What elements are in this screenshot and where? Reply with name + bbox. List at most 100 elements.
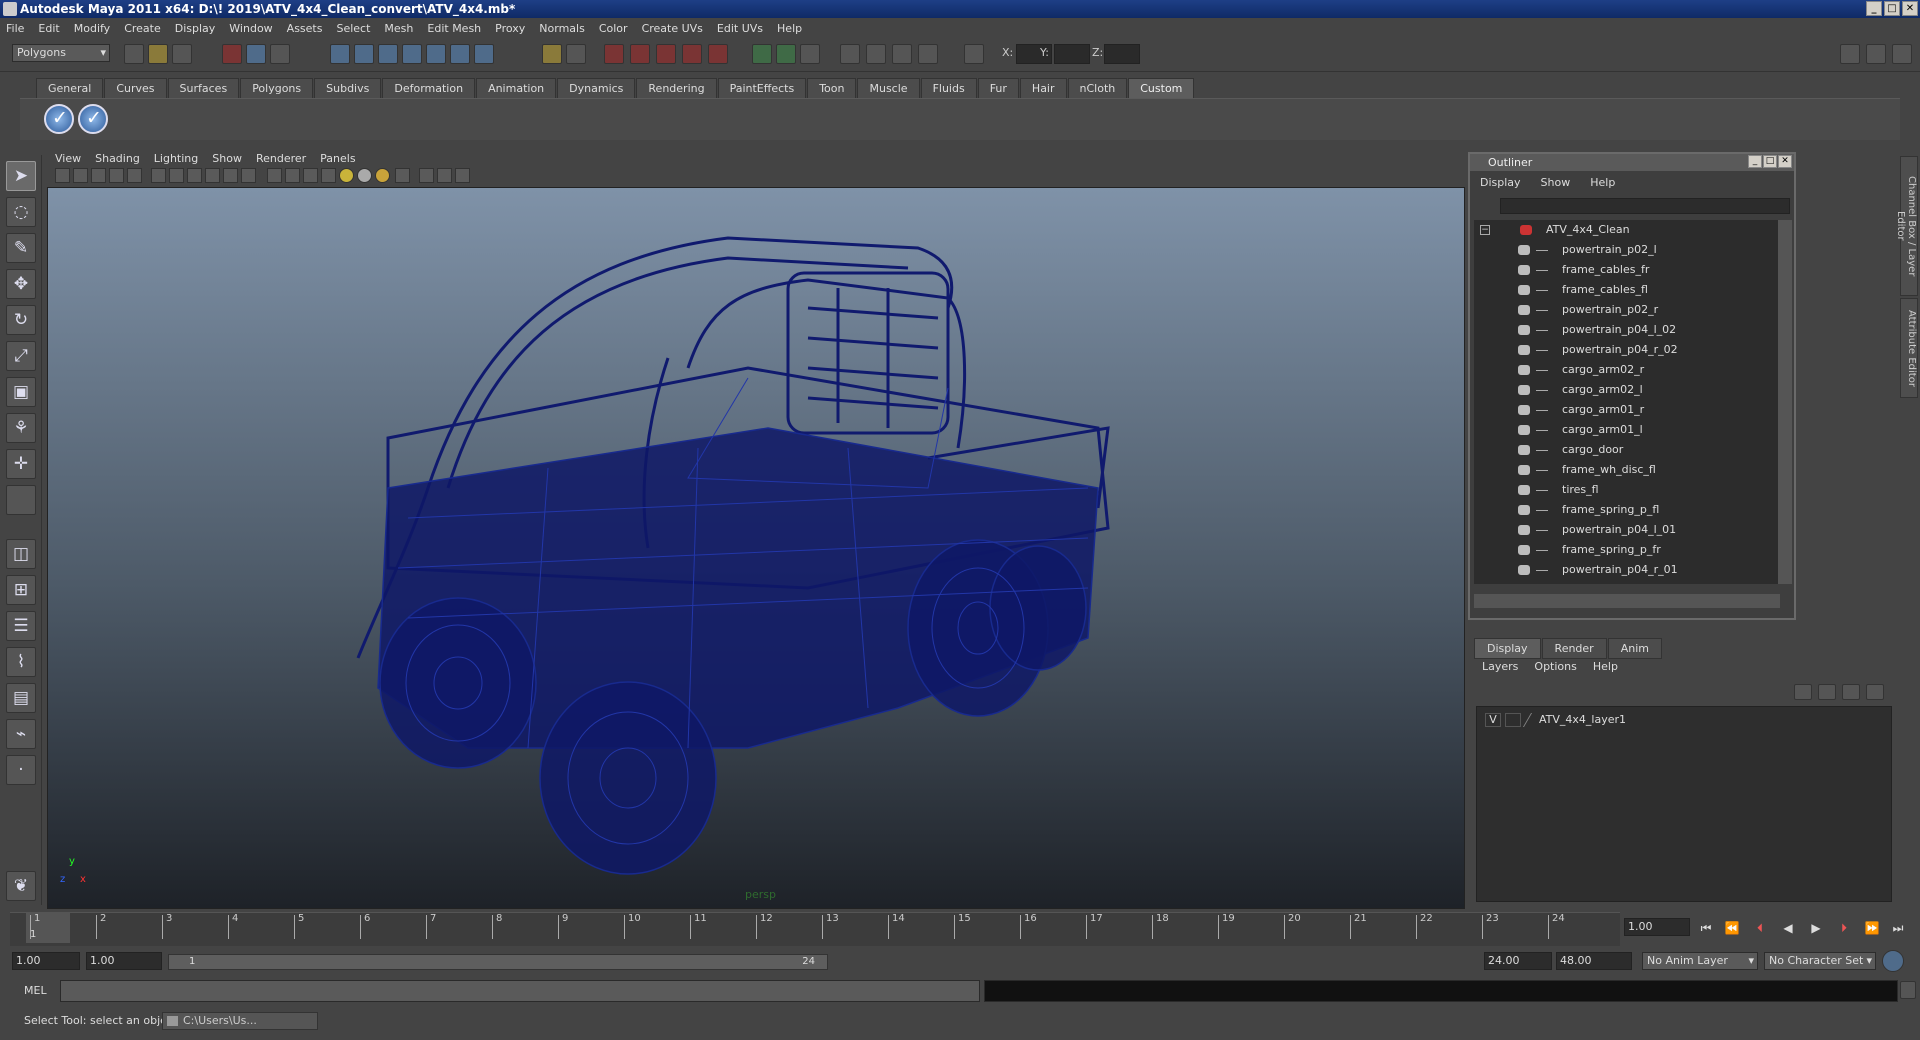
snap-plane-icon[interactable] (402, 44, 422, 64)
menu-create-uvs[interactable]: Create UVs (642, 22, 703, 35)
resolution-gate-icon[interactable] (169, 168, 184, 183)
menu-file[interactable]: File (6, 22, 24, 35)
menu-proxy[interactable]: Proxy (495, 22, 525, 35)
tab-fluids[interactable]: Fluids (920, 78, 977, 98)
wireframe-on-shaded-icon[interactable] (303, 168, 318, 183)
menu-help[interactable]: Help (777, 22, 802, 35)
outliner-item-root[interactable]: − ATV_4x4_Clean (1474, 220, 1780, 240)
field-chart-icon[interactable] (205, 168, 220, 183)
question-icon[interactable] (474, 44, 494, 64)
animation-start-field[interactable]: 1.00 (12, 952, 80, 970)
panel-menu-show[interactable]: Show (212, 152, 242, 165)
step-forward-key-icon[interactable]: ⏵ (1836, 920, 1852, 936)
tab-hair[interactable]: Hair (1019, 78, 1067, 98)
range-slider[interactable]: 1 24 (168, 954, 828, 970)
channel-box-tab[interactable]: Channel Box / Layer Editor (1895, 156, 1918, 296)
outliner-horizontal-scrollbar[interactable] (1474, 594, 1780, 608)
open-scene-icon[interactable] (148, 44, 168, 64)
outliner-item[interactable]: cargo_arm01_r (1474, 400, 1780, 420)
camera-attr-icon[interactable] (776, 44, 796, 64)
outliner-vertical-scrollbar[interactable] (1778, 220, 1792, 584)
tab-toon[interactable]: Toon (807, 78, 857, 98)
go-to-end-icon[interactable]: ⏭ (1890, 920, 1906, 936)
transform-input-icon[interactable] (964, 44, 984, 64)
tab-ncloth[interactable]: nCloth (1067, 78, 1128, 98)
outliner-item[interactable]: frame_spring_p_fl (1474, 500, 1780, 520)
script-editor-icon[interactable] (1900, 981, 1916, 999)
graph-editor-layout-icon[interactable]: ⌁ (6, 719, 36, 749)
outliner-menu-help[interactable]: Help (1590, 176, 1615, 189)
auto-key-icon[interactable] (1882, 950, 1904, 972)
render-view-icon[interactable] (708, 44, 728, 64)
command-language-label[interactable]: MEL (24, 984, 47, 997)
safe-action-icon[interactable] (223, 168, 238, 183)
outliner-menu-display[interactable]: Display (1480, 176, 1521, 189)
tab-subdivs[interactable]: Subdivs (314, 78, 382, 98)
paint-icon[interactable] (866, 44, 886, 64)
tab-deformation[interactable]: Deformation (382, 78, 476, 98)
menu-edit-mesh[interactable]: Edit Mesh (427, 22, 481, 35)
tab-rendering[interactable]: Rendering (636, 78, 717, 98)
select-component-icon[interactable] (270, 44, 290, 64)
layer-tab-anim[interactable]: Anim (1607, 638, 1662, 659)
outliner-item[interactable]: frame_spring_p_fr (1474, 540, 1780, 560)
time-slider[interactable]: 1 1 2 3 4 5 6 7 8 9 10 11 12 13 14 15 16 17 18 19 20 21 22 23 2… (10, 912, 1620, 946)
single-view-layout-icon[interactable]: ◫ (6, 539, 36, 569)
outliner-layout-icon[interactable]: ☰ (6, 611, 36, 641)
xray-icon[interactable] (419, 168, 434, 183)
tab-general[interactable]: General (36, 78, 104, 98)
render-settings-icon[interactable] (656, 44, 676, 64)
rotate-tool-icon[interactable]: ↻ (6, 305, 36, 335)
layer-tab-display[interactable]: Display (1474, 638, 1541, 659)
lighting-selected-icon[interactable] (375, 168, 390, 183)
channel-box-icon[interactable] (1866, 44, 1886, 64)
play-backward-icon[interactable]: ◀ (1780, 920, 1796, 936)
history-icon[interactable] (450, 44, 470, 64)
bookmark-icon[interactable] (91, 168, 106, 183)
outliner-item[interactable]: cargo_door (1474, 440, 1780, 460)
outliner-item[interactable]: powertrain_p04_l_02 (1474, 320, 1780, 340)
tool-settings-panel-icon[interactable] (1892, 44, 1912, 64)
film-gate-icon[interactable] (151, 168, 166, 183)
menu-window[interactable]: Window (229, 22, 272, 35)
tab-muscle[interactable]: Muscle (857, 78, 920, 98)
outliner-item[interactable]: powertrain_p04_r_02 (1474, 340, 1780, 360)
outliner-filter-input[interactable] (1500, 198, 1790, 214)
outliner-item[interactable]: tires_fl (1474, 480, 1780, 500)
playback-end-field[interactable]: 24.00 (1484, 952, 1552, 970)
wireframe-icon[interactable] (267, 168, 282, 183)
layer-visibility-toggle[interactable]: V (1485, 713, 1501, 727)
snap-point-icon[interactable] (378, 44, 398, 64)
outliner-item[interactable]: powertrain_p04_r_01 (1474, 560, 1780, 580)
outliner-item[interactable]: frame_wh_disc_fl (1474, 460, 1780, 480)
outliner-minimize-button[interactable]: _ (1748, 155, 1762, 168)
share-icon[interactable] (455, 168, 470, 183)
close-button[interactable]: ✕ (1902, 1, 1918, 16)
graph-layout-icon[interactable]: ⌇ (6, 647, 36, 677)
select-tool-icon[interactable]: ➤ (6, 161, 36, 191)
tab-animation[interactable]: Animation (476, 78, 557, 98)
outliner-close-button[interactable]: ✕ (1778, 155, 1792, 168)
menu-display[interactable]: Display (175, 22, 216, 35)
step-forward-icon[interactable]: ⏩ (1864, 920, 1880, 936)
z-input[interactable] (1104, 44, 1140, 64)
tab-fur[interactable]: Fur (977, 78, 1019, 98)
grid-toggle-icon[interactable] (127, 168, 142, 183)
attribute-editor-tab[interactable]: Attribute Editor (1900, 298, 1918, 398)
lighting-all-icon[interactable] (357, 168, 372, 183)
command-input[interactable] (60, 980, 980, 1002)
layer-tab-render[interactable]: Render (1541, 638, 1607, 659)
universal-manipulator-icon[interactable]: ▣ (6, 377, 36, 407)
anim-layer-dropdown[interactable]: No Anim Layer (1642, 952, 1758, 970)
lighting-default-icon[interactable] (339, 168, 354, 183)
custom-script-button-1[interactable] (44, 104, 74, 134)
select-hierarchy-icon[interactable] (222, 44, 242, 64)
camera-icon[interactable] (752, 44, 772, 64)
outliner-item[interactable]: powertrain_p02_l (1474, 240, 1780, 260)
menu-assets[interactable]: Assets (287, 22, 323, 35)
menu-edit[interactable]: Edit (38, 22, 59, 35)
select-camera-icon[interactable] (55, 168, 70, 183)
menu-normals[interactable]: Normals (539, 22, 585, 35)
snap-live-icon[interactable] (426, 44, 446, 64)
move-layer-down-icon[interactable] (1818, 684, 1836, 700)
